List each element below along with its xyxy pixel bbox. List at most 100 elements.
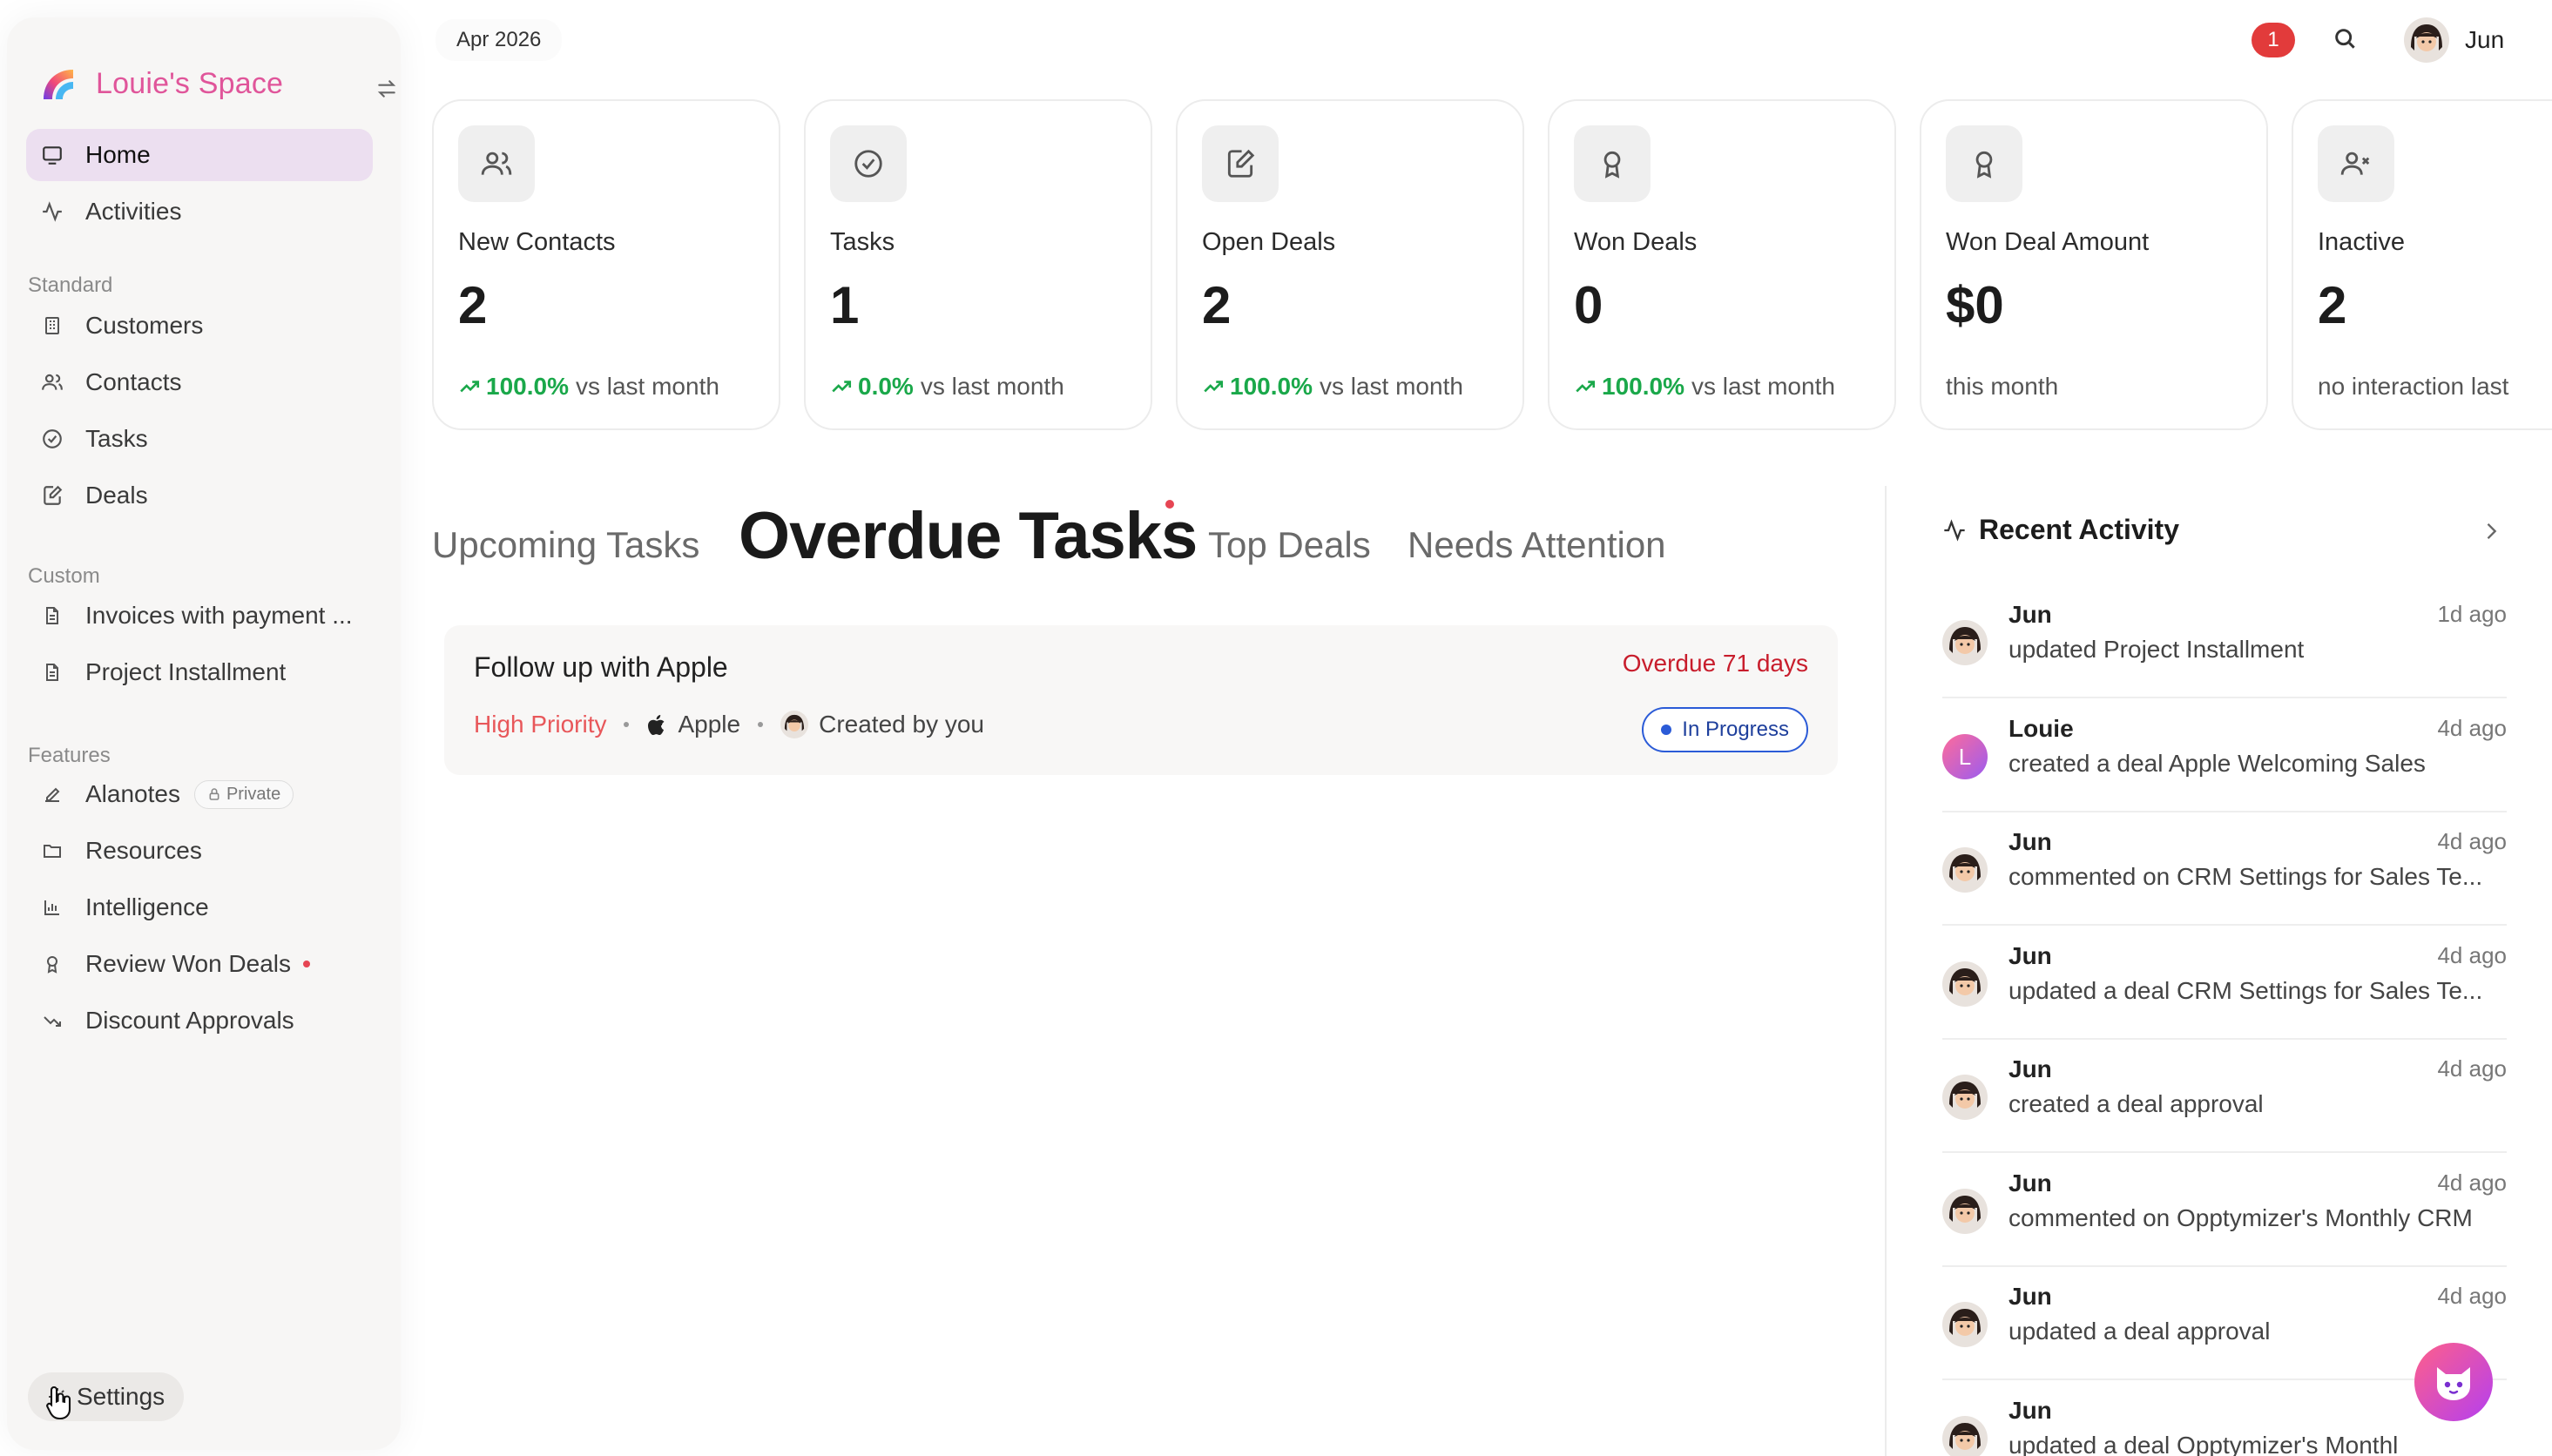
bar-chart-icon — [26, 897, 78, 918]
activity-item[interactable]: Jun 4d ago updated a deal CRM Settings for… — [1942, 934, 2507, 1040]
trend-up-icon — [832, 381, 852, 393]
section-header-custom: Custom — [28, 564, 100, 588]
nav-item-tasks[interactable]: Tasks — [26, 413, 373, 465]
folder-icon — [26, 840, 78, 861]
stat-title: Tasks — [830, 228, 895, 256]
stat-value: 2 — [1202, 276, 1232, 334]
tab-needs-attention[interactable]: Needs Attention — [1408, 524, 1666, 566]
activity-time: 4d ago — [2437, 1055, 2507, 1082]
nav-item-home[interactable]: Home — [26, 129, 373, 181]
trend-up-icon — [1576, 381, 1596, 393]
activity-time: 4d ago — [2437, 828, 2507, 854]
stat-value: 2 — [2318, 276, 2347, 334]
panel-divider — [1885, 486, 1887, 1456]
activity-time: 1d ago — [2437, 601, 2507, 627]
nav-item-label: Home — [85, 141, 151, 168]
tab-indicator-dot — [1165, 500, 1174, 509]
stat-card-open-deals[interactable]: Open Deals 2 100.0% vs last month — [1176, 99, 1524, 430]
stat-card-won-deal-amount[interactable]: Won Deal Amount $0 this month — [1920, 99, 2268, 430]
collapse-sidebar-button[interactable] — [368, 70, 406, 108]
award-icon — [26, 954, 78, 974]
workspace-switcher[interactable]: Louie's Space — [40, 44, 388, 124]
private-badge-label: Private — [226, 784, 281, 804]
activity-item[interactable]: Jun 1d ago updated Project Installment — [1942, 592, 2507, 698]
unread-dot — [303, 961, 311, 967]
activity-user: Jun — [2009, 828, 2052, 855]
stat-suffix: vs last month — [920, 373, 1064, 400]
status-label: In Progress — [1682, 718, 1789, 741]
avatar — [1942, 620, 1988, 665]
apple-logo-icon — [648, 715, 665, 735]
nav-item-label: Alanotes — [85, 780, 180, 807]
user-menu[interactable]: Jun — [2404, 17, 2504, 63]
assistant-button[interactable] — [2414, 1343, 2493, 1421]
stat-card-tasks[interactable]: Tasks 1 0.0% vs last month — [804, 99, 1152, 430]
stat-value: 1 — [830, 276, 860, 334]
status-badge[interactable]: In Progress — [1642, 707, 1808, 752]
activity-item[interactable]: Jun 4d ago created a deal approval — [1942, 1047, 2507, 1153]
activity-description: updated a deal approval — [2009, 1318, 2271, 1345]
search-button[interactable] — [2331, 24, 2359, 52]
activity-description: updated Project Installment — [2009, 636, 2305, 663]
view-all-activity-button[interactable] — [2479, 519, 2503, 543]
company-label: Apple — [678, 711, 741, 738]
activity-item[interactable]: Jun 4d ago commented on Opptymizer's Month… — [1942, 1161, 2507, 1267]
nav-item-label: Intelligence — [85, 893, 209, 920]
stat-card-won-deals[interactable]: Won Deals 0 100.0% vs last month — [1548, 99, 1896, 430]
stat-footer: this month — [1946, 373, 2058, 401]
nav-item-deals[interactable]: Deals — [26, 469, 373, 522]
nav-item-contacts[interactable]: Contacts — [26, 356, 373, 408]
avatar — [1942, 961, 1988, 1007]
nav-item-invoices[interactable]: Invoices with payment ... — [26, 590, 373, 642]
contacts-icon — [458, 125, 535, 202]
creator-label: Created by you — [819, 711, 984, 738]
section-header-standard: Standard — [28, 273, 113, 297]
stat-card-inactive[interactable]: Inactive 2 no interaction last — [2292, 99, 2552, 430]
hand-cursor-icon — [46, 1385, 71, 1420]
task-row[interactable]: Follow up with Apple Overdue 71 days Hig… — [444, 625, 1838, 775]
svg-text:L: L — [1959, 744, 1971, 770]
nav-item-label: Discount Approvals — [85, 1007, 294, 1034]
nav-item-review-won-deals[interactable]: Review Won Deals — [26, 938, 373, 990]
nav-item-label: Invoices with payment ... — [85, 602, 353, 629]
nav-item-discount-approvals[interactable]: Discount Approvals — [26, 994, 373, 1047]
task-meta: High Priority Apple Created by you — [474, 711, 984, 738]
nav-item-label: Project Installment — [85, 658, 287, 685]
activity-pulse-icon — [1942, 518, 1967, 543]
activity-item[interactable]: L Louie 4d ago created a deal Apple Welcomi… — [1942, 706, 2507, 812]
notification-badge[interactable]: 1 — [2252, 23, 2295, 57]
user-name: Jun — [2465, 26, 2505, 53]
section-header-features: Features — [28, 744, 111, 767]
activity-item[interactable]: Jun 4d ago commented on CRM Settings for S… — [1942, 819, 2507, 926]
edit-doc-icon — [26, 484, 78, 507]
stat-footer: no interaction last — [2318, 373, 2508, 401]
user-x-icon — [2318, 125, 2394, 202]
activity-description: created a deal approval — [2009, 1090, 2264, 1117]
nav-item-label: Resources — [85, 837, 202, 864]
nav-item-intelligence[interactable]: Intelligence — [26, 881, 373, 934]
date-selector[interactable]: Apr 2026 — [435, 19, 563, 61]
nav-item-project-installment[interactable]: Project Installment — [26, 646, 373, 698]
nav-item-alanotes[interactable]: Alanotes Private — [26, 768, 373, 820]
activity-time: 4d ago — [2437, 1169, 2507, 1196]
edit-doc-icon — [1202, 125, 1279, 202]
stat-change: 100.0% — [486, 373, 569, 400]
pen-icon — [26, 784, 78, 805]
nav-item-label: Review Won Deals — [85, 950, 292, 977]
tab-overdue-tasks[interactable]: Overdue Tasks — [739, 498, 1198, 574]
tab-top-deals[interactable]: Top Deals — [1208, 524, 1371, 566]
tab-upcoming-tasks[interactable]: Upcoming Tasks — [432, 524, 699, 566]
activity-user: Jun — [2009, 1396, 2052, 1424]
activity-pulse-icon — [26, 200, 78, 223]
activity-user: Jun — [2009, 941, 2052, 969]
monitor-icon — [26, 144, 78, 166]
nav-item-customers[interactable]: Customers — [26, 300, 373, 352]
stat-card-new-contacts[interactable]: New Contacts 2 100.0% vs last month — [432, 99, 780, 430]
nav-item-activities[interactable]: Activities — [26, 185, 373, 238]
stat-title: Inactive — [2318, 228, 2405, 256]
nav-item-resources[interactable]: Resources — [26, 825, 373, 877]
search-icon — [2335, 29, 2355, 49]
avatar: L — [1942, 733, 1988, 779]
separator-dot — [624, 722, 630, 727]
task-overdue-label: Overdue 71 days — [1622, 650, 1808, 677]
